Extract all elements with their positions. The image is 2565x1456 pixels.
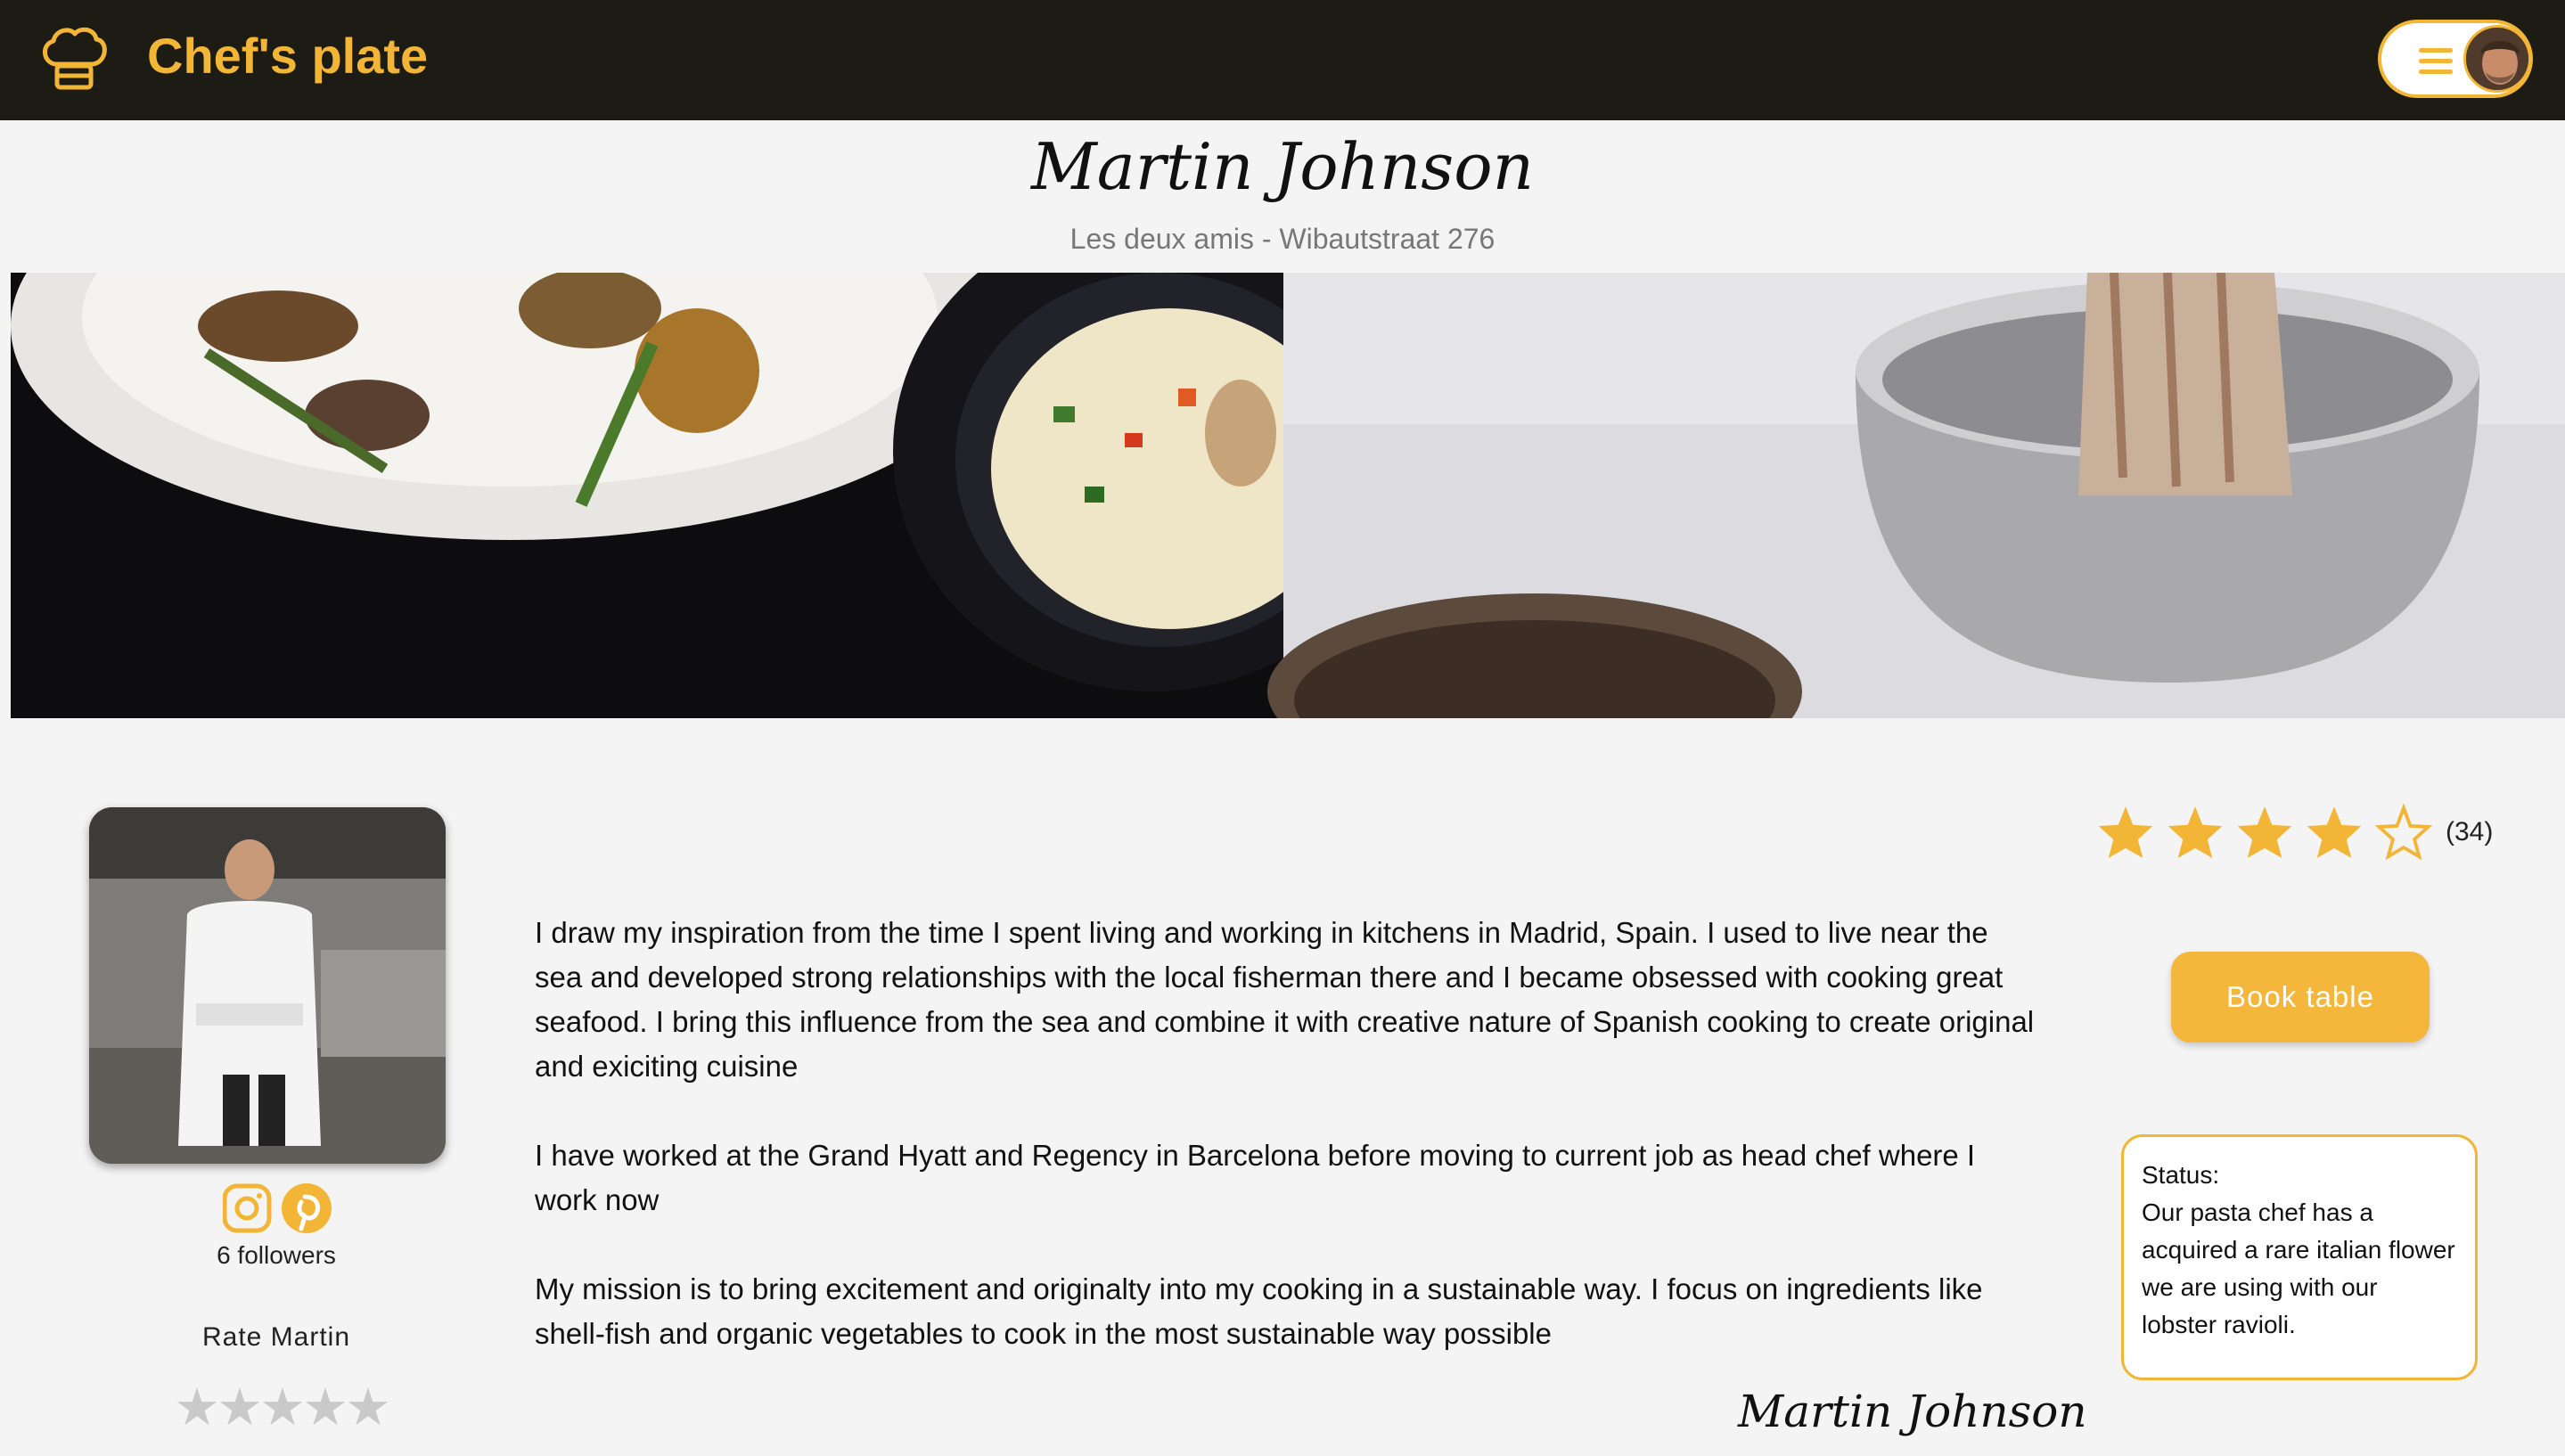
rating-count: (34) [2446,817,2494,847]
star-empty-icon [2374,804,2433,861]
average-rating: (34) [2096,804,2493,866]
rate-star-5[interactable]: ★ [345,1378,391,1436]
chef-hat-icon[interactable] [36,20,112,96]
status-text: Our pasta chef has a acquired a rare ita… [2142,1198,2455,1338]
top-navbar: Chef's plate [0,0,2565,120]
restaurant-address: Les deux amis - Wibautstraat 276 [1069,223,1496,255]
bio-paragraph: I have worked at the Grand Hyatt and Reg… [535,1139,1976,1216]
star-filled-icon [2098,806,2153,858]
chef-name-heading: Martin Johnson [1031,129,1534,204]
bio-paragraph: My mission is to bring excitement and or… [535,1272,1983,1350]
instagram-icon[interactable] [222,1183,272,1233]
user-rating-stars: ★★★★★ [174,1377,391,1437]
book-table-button[interactable]: Book table [2171,952,2430,1043]
rate-star-3[interactable]: ★ [259,1378,306,1436]
hamburger-icon[interactable] [2419,48,2453,74]
rate-star-2[interactable]: ★ [217,1378,263,1436]
rate-chef-label: Rate Martin [201,1322,351,1352]
user-menu-button[interactable] [2378,20,2533,98]
star-filled-icon [2237,806,2292,858]
rate-star-1[interactable]: ★ [174,1378,220,1436]
status-label: Status: [2142,1161,2220,1189]
social-links [222,1181,339,1234]
avatar[interactable] [2463,25,2531,93]
followers-count: 6 followers [217,1241,336,1269]
chef-bio: I draw my inspiration from the time I sp… [535,911,2041,1401]
star-filled-icon [2168,806,2223,858]
star-filled-icon [2307,806,2362,858]
chef-profile-photo [89,807,446,1164]
rate-star-4[interactable]: ★ [302,1378,348,1436]
brand-title[interactable]: Chef's plate [147,27,428,85]
pinterest-icon[interactable] [282,1183,332,1233]
status-card: Status: Our pasta chef has a acquired a … [2121,1134,2478,1380]
bio-paragraph: I draw my inspiration from the time I sp… [535,916,2035,1083]
dish-banner-image [11,273,2565,718]
chef-signature: Martin Johnson [1738,1386,2087,1437]
